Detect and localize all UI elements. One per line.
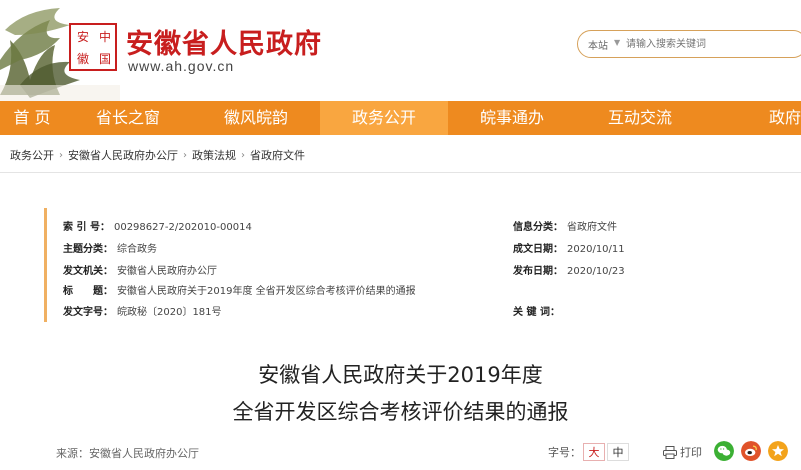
site-url: www.ah.gov.cn (128, 58, 235, 74)
chevron-down-icon[interactable]: ▼ (614, 38, 620, 47)
site-logo-seal[interactable]: 安 中 徽 国 (69, 23, 117, 71)
nav-item-culture[interactable]: 徽风皖韵 (192, 101, 320, 135)
article-source: 来源：安徽省人民政府办公厅 (56, 447, 199, 460)
nav-item-services[interactable]: 皖事通办 (448, 101, 576, 135)
seal-char: 徽 (76, 52, 89, 66)
meta-doc-no: 发文字号： 皖政秘〔2020〕181号 (63, 307, 222, 318)
font-size-large-button[interactable]: 大 (583, 443, 605, 461)
favorite-star-icon[interactable] (768, 441, 788, 461)
meta-info-category: 信息分类： 省政府文件 (513, 222, 617, 233)
nav-item-interaction[interactable]: 互动交流 (576, 101, 704, 135)
chevron-right-icon: › (183, 149, 187, 161)
print-label: 打印 (680, 446, 702, 459)
meta-subject: 标 题： 安徽省人民政府关于2019年度 全省开发区综合考核评价结果的通报 (63, 286, 416, 297)
meta-topic-category: 主题分类： 综合政务 (63, 244, 157, 255)
nav-item-governor[interactable]: 省长之窗 (64, 101, 192, 135)
seal-char: 中 (98, 30, 111, 44)
meta-issuer: 发文机关： 安徽省人民政府办公厅 (63, 266, 217, 277)
font-size-label: 字号： (548, 446, 581, 459)
meta-keywords: 关 键 词： (513, 307, 560, 318)
document-metadata: 索 引 号： 00298627-2/202010-00014 信息分类： 省政府文件… (44, 208, 764, 322)
site-header: 安 中 徽 国 安徽省人民政府 www.ah.gov.cn 本站 ▼ (0, 0, 801, 101)
chevron-right-icon: › (59, 149, 63, 161)
breadcrumb-item[interactable]: 政务公开 (10, 147, 54, 163)
article-title-line-2: 全省开发区综合考核评价结果的通报 (232, 400, 569, 424)
meta-created-date: 成文日期： 2020/10/11 (513, 244, 625, 255)
breadcrumb-item[interactable]: 省政府文件 (250, 147, 305, 163)
font-size-control: 字号： 大 中 (548, 443, 629, 461)
seal-char: 国 (98, 52, 111, 66)
seal-char: 安 (76, 30, 89, 44)
breadcrumb-item[interactable]: 政策法规 (192, 147, 236, 163)
font-size-medium-button[interactable]: 中 (607, 443, 629, 461)
search-input[interactable] (626, 36, 796, 52)
printer-icon (663, 445, 677, 459)
main-nav: 首 页 省长之窗 徽风皖韵 政务公开 皖事通办 互动交流 政府 (0, 101, 801, 135)
meta-publish-date: 发布日期： 2020/10/23 (513, 266, 625, 277)
breadcrumb-item[interactable]: 安徽省人民政府办公厅 (68, 147, 178, 163)
nav-item-government[interactable]: 政府 (704, 101, 801, 135)
meta-index-no: 索 引 号： 00298627-2/202010-00014 (63, 222, 252, 233)
nav-item-home[interactable]: 首 页 (0, 101, 64, 135)
chevron-right-icon: › (241, 149, 245, 161)
article-title-line-1: 安徽省人民政府关于2019年度 (258, 363, 543, 387)
search-box: 本站 ▼ (577, 30, 801, 58)
divider (0, 172, 801, 173)
search-scope-select[interactable]: 本站 (588, 37, 608, 52)
nav-item-gov-affairs[interactable]: 政务公开 (320, 101, 448, 135)
wechat-icon[interactable] (714, 441, 734, 461)
site-title[interactable]: 安徽省人民政府 (126, 22, 322, 61)
weibo-icon[interactable] (741, 441, 761, 461)
print-button[interactable]: 打印 (663, 444, 702, 460)
breadcrumb: 政务公开 › 安徽省人民政府办公厅 › 政策法规 › 省政府文件 (10, 147, 305, 163)
